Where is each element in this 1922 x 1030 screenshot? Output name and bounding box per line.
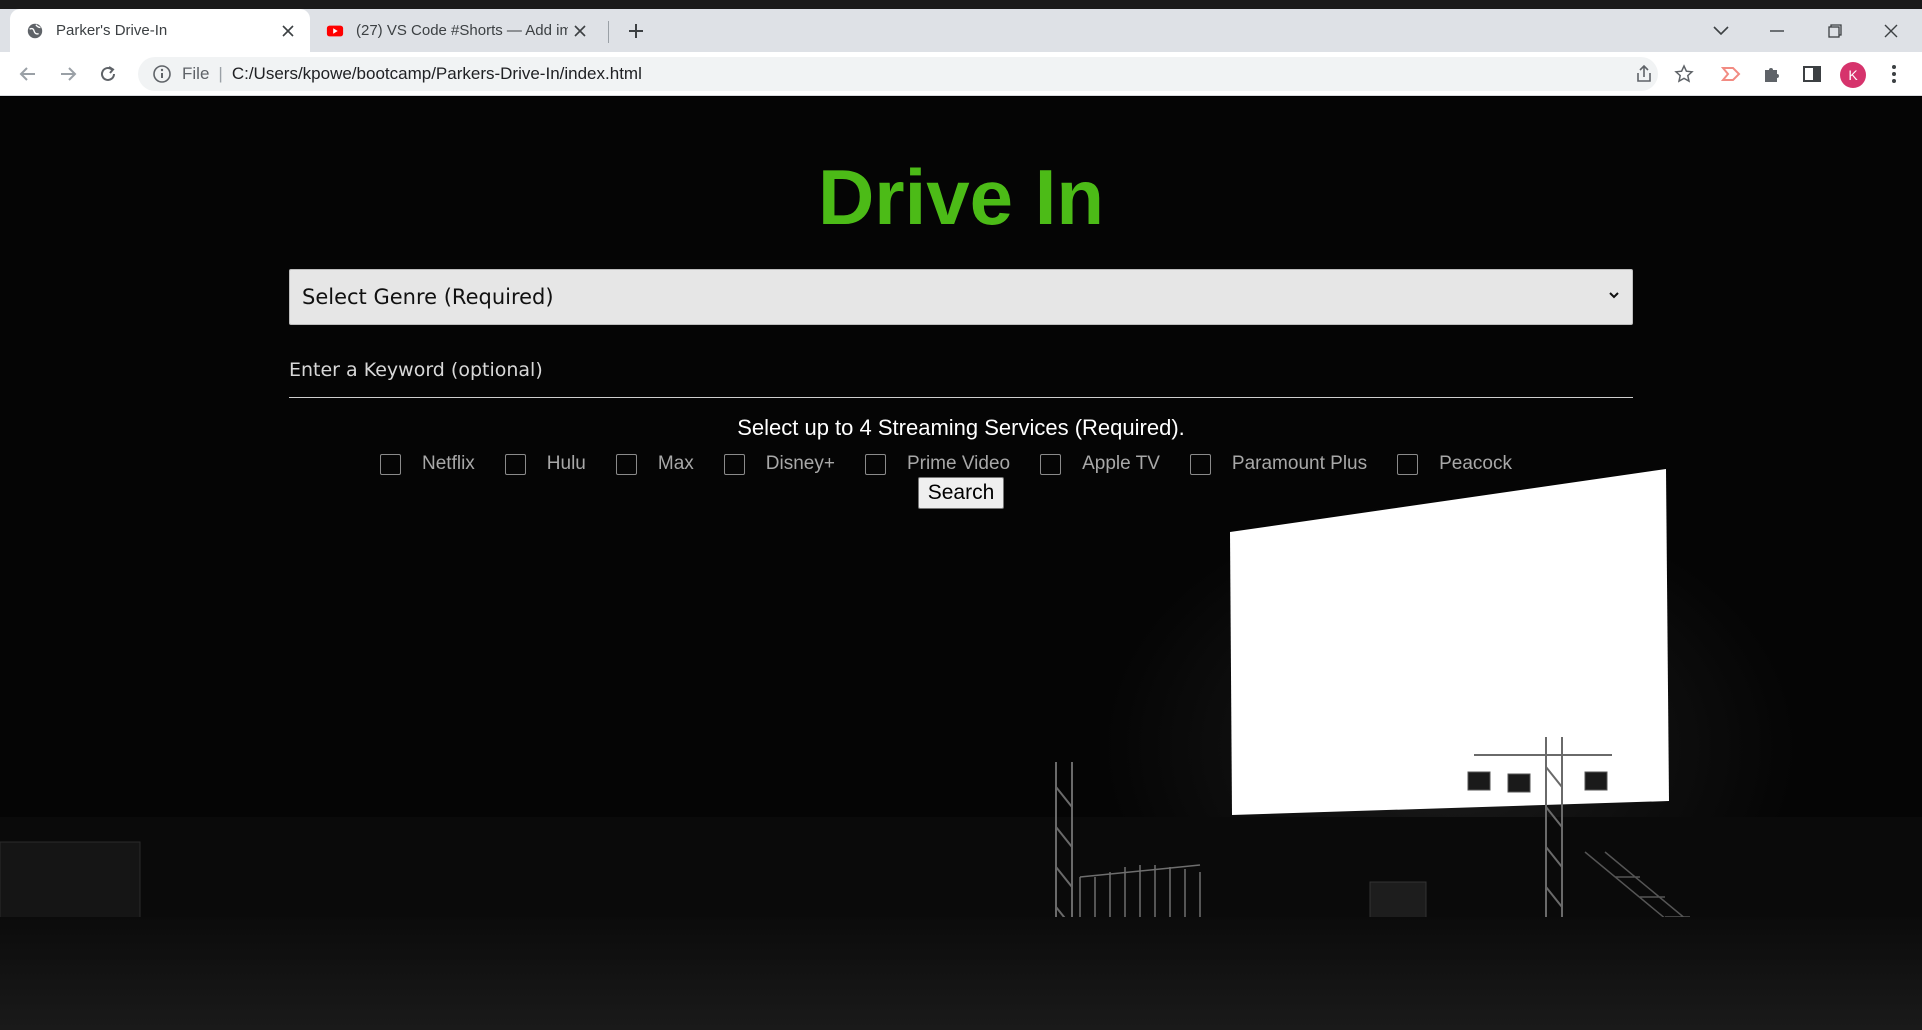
prime-video-checkbox[interactable] [864, 453, 886, 475]
info-icon[interactable] [152, 64, 172, 84]
address-separator: | [218, 64, 223, 83]
max-checkbox[interactable] [615, 453, 637, 475]
star-icon [1674, 64, 1694, 83]
apple-tv-checkbox[interactable] [1040, 453, 1062, 475]
youtube-icon [326, 25, 344, 36]
extensions-menu-button[interactable] [1756, 58, 1788, 90]
keyword-input[interactable]: Enter a Keyword (optional) [289, 353, 1633, 398]
share-button[interactable] [1628, 58, 1660, 90]
service-option-hulu[interactable]: Hulu [504, 453, 586, 475]
genre-select[interactable]: Select Genre (Required) [289, 269, 1633, 325]
service-label: Peacock [1439, 453, 1512, 474]
minimize-button[interactable] [1752, 9, 1802, 52]
tab-divider [608, 21, 609, 43]
reload-button[interactable] [92, 58, 124, 90]
service-option-disney-plus[interactable]: Disney+ [723, 453, 835, 475]
globe-icon [27, 23, 43, 38]
browser-menu-button[interactable] [1878, 58, 1910, 90]
chevron-down-icon [1609, 292, 1619, 299]
service-option-paramount-plus[interactable]: Paramount Plus [1189, 453, 1368, 475]
restore-button[interactable] [1810, 9, 1860, 52]
bookmark-button[interactable] [1668, 58, 1700, 90]
genre-select-value: Select Genre (Required) [302, 285, 554, 309]
address-bar[interactable]: File | C:/Users/kpowe/bootcamp/Parkers-D… [138, 57, 1658, 91]
service-option-peacock[interactable]: Peacock [1397, 453, 1512, 475]
tab-title: (27) VS Code #Shorts — Add ima [356, 22, 568, 39]
service-label: Paramount Plus [1231, 453, 1368, 474]
scheme-label: File [182, 64, 210, 83]
extension-button[interactable] [1716, 58, 1748, 90]
tab-title: Parker's Drive-In [56, 22, 168, 39]
service-label: Hulu [546, 453, 586, 474]
new-tab-button[interactable] [622, 17, 650, 45]
close-window-button[interactable] [1866, 9, 1916, 52]
service-label: Netflix [422, 453, 475, 474]
url-text: C:/Users/kpowe/bootcamp/Parkers-Drive-In… [231, 64, 642, 83]
page-title: Drive In [817, 153, 1105, 241]
arrow-right-icon [61, 67, 77, 81]
service-label: Prime Video [906, 453, 1011, 474]
tab-search-button[interactable] [1696, 9, 1746, 52]
more-vert-icon [1892, 65, 1896, 83]
side-panel-icon [1803, 66, 1821, 82]
search-button[interactable]: Search [918, 477, 1004, 509]
browser-toolbar: File | C:/Users/kpowe/bootcamp/Parkers-D… [0, 52, 1922, 96]
streaming-services-group: Netflix Hulu Max Disney+ Prime Video App… [380, 449, 1542, 479]
ground [0, 917, 1922, 1030]
close-tab-icon[interactable] [568, 19, 592, 43]
disney-plus-checkbox[interactable] [723, 453, 745, 475]
tab-parkers-drive-in[interactable]: Parker's Drive-In [10, 9, 310, 52]
puzzle-icon [1765, 68, 1779, 82]
hulu-checkbox[interactable] [504, 453, 526, 475]
side-panel-button[interactable] [1796, 58, 1828, 90]
close-tab-icon[interactable] [276, 19, 300, 43]
forward-button[interactable] [52, 58, 84, 90]
share-icon [1637, 64, 1651, 82]
keyword-placeholder: Enter a Keyword (optional) [289, 359, 543, 381]
netflix-checkbox[interactable] [380, 453, 401, 475]
service-option-max[interactable]: Max [615, 453, 694, 475]
profile-avatar[interactable]: K [1840, 62, 1866, 88]
service-label: Disney+ [765, 453, 835, 474]
page-content: Drive In Select Genre (Required) Enter a… [0, 97, 1922, 1030]
reload-icon [101, 66, 115, 81]
tab-vs-code-shorts[interactable]: (27) VS Code #Shorts — Add ima [312, 9, 602, 52]
streaming-services-label: Select up to 4 Streaming Services (Requi… [737, 415, 1185, 440]
back-button[interactable] [12, 58, 44, 90]
paramount-plus-checkbox[interactable] [1189, 453, 1211, 475]
peacock-checkbox[interactable] [1397, 453, 1419, 475]
service-option-prime-video[interactable]: Prime Video [864, 453, 1011, 475]
extension-logo-icon [1721, 67, 1741, 81]
tab-strip: Parker's Drive-In (27) VS Code #Shorts —… [0, 0, 1922, 52]
service-option-netflix[interactable]: Netflix [380, 453, 475, 475]
service-label: Apple TV [1082, 453, 1160, 474]
service-option-apple-tv[interactable]: Apple TV [1040, 453, 1160, 475]
service-label: Max [657, 453, 694, 474]
arrow-left-icon [19, 67, 35, 81]
